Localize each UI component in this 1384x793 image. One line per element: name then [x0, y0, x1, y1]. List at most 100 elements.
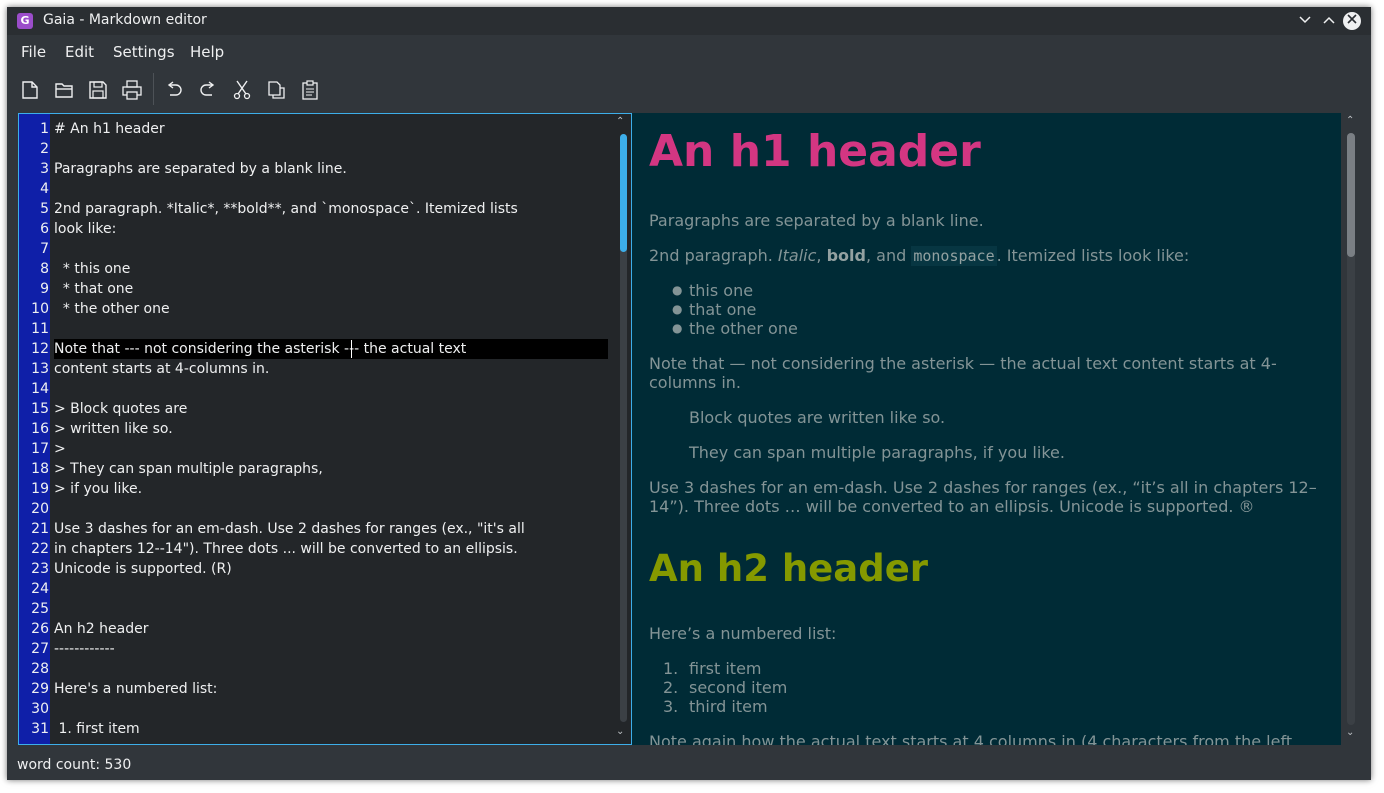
editor-line[interactable]: 5 2nd paragraph. *Italic*, **bold**, and …	[19, 199, 619, 219]
scroll-down-icon[interactable]: ⌄	[616, 726, 624, 737]
save-button[interactable]	[85, 77, 111, 103]
line-text[interactable]: >	[54, 439, 66, 459]
line-text[interactable]: in chapters 12--14"). Three dots ... wil…	[54, 539, 518, 559]
line-text[interactable]: Use 3 dashes for an em-dash. Use 2 dashe…	[54, 519, 525, 539]
preview-dashes-line-2: 14”). Three dots … will be converted to …	[649, 497, 1255, 516]
word-count: word count: 530	[17, 757, 132, 773]
undo-button[interactable]	[161, 77, 187, 103]
line-number: 24	[31, 581, 49, 597]
editor-line[interactable]: 22 in chapters 12--14"). Three dots ... w…	[19, 539, 619, 559]
bullet-icon: ●	[672, 283, 683, 297]
line-number: 8	[40, 261, 49, 277]
redo-icon	[200, 81, 215, 96]
editor-line[interactable]: 21 Use 3 dashes for an em-dash. Use 2 das…	[19, 519, 619, 539]
editor-line[interactable]: 31 1. first item	[19, 719, 619, 739]
line-text[interactable]: 1. first item	[54, 719, 139, 739]
editor-line[interactable]: 25	[19, 599, 619, 619]
editor-scrollbar[interactable]: ⌃ ⌄	[613, 114, 631, 744]
editor-line[interactable]: 18 > They can span multiple paragraphs,	[19, 459, 619, 479]
menu-help[interactable]: Help	[190, 43, 224, 61]
editor-line[interactable]: 26 An h2 header	[19, 619, 619, 639]
menu-file[interactable]: File	[21, 43, 46, 61]
line-text[interactable]: * this one	[54, 259, 131, 279]
editor-line[interactable]: 24	[19, 579, 619, 599]
print-icon	[122, 80, 142, 100]
line-text[interactable]: Here's a numbered list:	[54, 679, 217, 699]
editor-line[interactable]: 13 content starts at 4-columns in.	[19, 359, 619, 379]
line-text[interactable]: ------------	[54, 639, 115, 659]
editor-line[interactable]: 8 * this one	[19, 259, 619, 279]
line-text[interactable]: Note that --- not considering the asteri…	[54, 339, 608, 359]
editor-line[interactable]: 4	[19, 179, 619, 199]
editor-line[interactable]: 23 Unicode is supported. (R)	[19, 559, 619, 579]
preview-scrollbar[interactable]: ⌃ ⌄	[1342, 113, 1360, 745]
preview-blockquote-1: Block quotes are written like so.	[689, 408, 946, 427]
editor-line[interactable]: 11	[19, 319, 619, 339]
paste-button[interactable]	[297, 77, 323, 103]
editor-line[interactable]: 6 look like:	[19, 219, 619, 239]
line-text[interactable]: 2nd paragraph. *Italic*, **bold**, and `…	[54, 199, 518, 219]
maximize-button[interactable]	[1319, 11, 1339, 31]
line-number: 19	[31, 481, 49, 497]
app-icon: G	[17, 13, 33, 29]
new-file-button[interactable]	[17, 77, 43, 103]
scroll-up-icon[interactable]: ⌃	[616, 116, 624, 127]
line-text[interactable]: An h2 header	[54, 619, 148, 639]
editor-line[interactable]: 29 Here's a numbered list:	[19, 679, 619, 699]
redo-button[interactable]	[195, 77, 221, 103]
editor-line[interactable]: 14	[19, 379, 619, 399]
line-number: 15	[31, 401, 49, 417]
line-number: 13	[31, 361, 49, 377]
title-bar[interactable]: G Gaia - Markdown editor	[7, 7, 1371, 35]
copy-icon	[268, 81, 285, 99]
scroll-up-icon[interactable]: ⌃	[1346, 115, 1354, 126]
line-text[interactable]: > written like so.	[54, 419, 173, 439]
line-text[interactable]: look like:	[54, 219, 116, 239]
editor-line[interactable]: 7	[19, 239, 619, 259]
line-text[interactable]: content starts at 4-columns in.	[54, 359, 269, 379]
editor-line[interactable]: 28	[19, 659, 619, 679]
line-text[interactable]: * that one	[54, 279, 133, 299]
html-preview: An h1 header Paragraphs are separated by…	[632, 113, 1341, 745]
status-bar: word count: 530	[7, 749, 1371, 780]
line-number: 10	[31, 301, 49, 317]
line-text[interactable]: Unicode is supported. (R)	[54, 559, 232, 579]
menu-edit[interactable]: Edit	[65, 43, 94, 61]
markdown-editor[interactable]: 1 # An h1 header 2 3 Paragraphs are separate…	[18, 113, 632, 745]
editor-line[interactable]: 10 * the other one	[19, 299, 619, 319]
editor-line[interactable]: 27 ------------	[19, 639, 619, 659]
line-number: 18	[31, 461, 49, 477]
line-text[interactable]: > Block quotes are	[54, 399, 187, 419]
line-text[interactable]: * the other one	[54, 299, 170, 319]
editor-line[interactable]: 12 Note that --- not considering the aste…	[19, 339, 619, 359]
line-text[interactable]: Paragraphs are separated by a blank line…	[54, 159, 347, 179]
editor-line[interactable]: 2	[19, 139, 619, 159]
scroll-down-icon[interactable]: ⌄	[1346, 727, 1354, 738]
menu-settings[interactable]: Settings	[113, 43, 175, 61]
editor-line[interactable]: 3 Paragraphs are separated by a blank lin…	[19, 159, 619, 179]
p2-text-c: , and	[865, 246, 912, 265]
editor-line[interactable]: 17 >	[19, 439, 619, 459]
editor-line[interactable]: 20	[19, 499, 619, 519]
cut-icon	[233, 80, 251, 100]
close-button[interactable]	[1343, 12, 1361, 30]
minimize-button[interactable]	[1295, 11, 1315, 31]
line-text[interactable]: > They can span multiple paragraphs,	[54, 459, 323, 479]
line-text[interactable]: # An h1 header	[54, 119, 165, 139]
editor-line[interactable]: 1 # An h1 header	[19, 119, 619, 139]
scroll-thumb[interactable]	[1347, 133, 1355, 257]
print-button[interactable]	[119, 77, 145, 103]
editor-line[interactable]: 9 * that one	[19, 279, 619, 299]
open-button[interactable]	[51, 77, 77, 103]
scroll-thumb[interactable]	[620, 134, 627, 252]
editor-line[interactable]: 16 > written like so.	[19, 419, 619, 439]
line-number: 26	[31, 621, 49, 637]
line-number: 1	[40, 121, 49, 137]
editor-line[interactable]: 15 > Block quotes are	[19, 399, 619, 419]
editor-line[interactable]: 19 > if you like.	[19, 479, 619, 499]
cut-button[interactable]	[229, 77, 255, 103]
editor-line[interactable]: 30	[19, 699, 619, 719]
line-number: 4	[40, 181, 49, 197]
copy-button[interactable]	[263, 77, 289, 103]
line-text[interactable]: > if you like.	[54, 479, 142, 499]
